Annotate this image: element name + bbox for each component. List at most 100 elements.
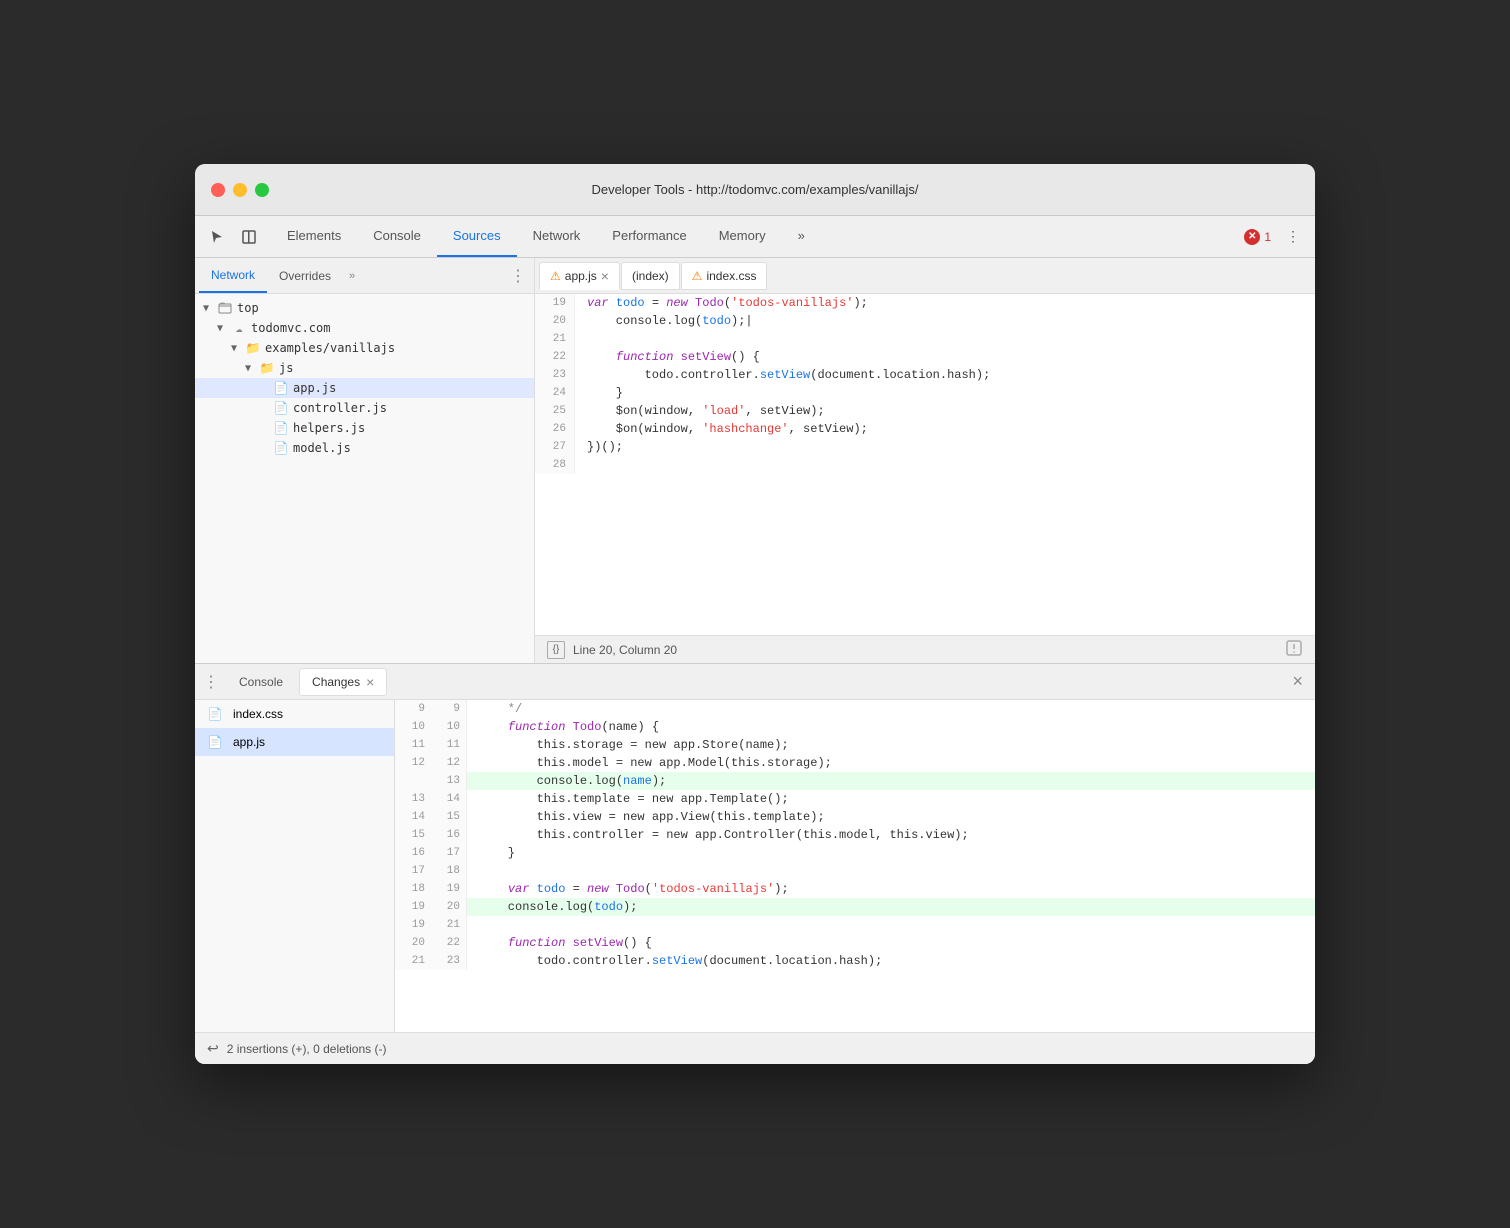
tab-memory[interactable]: Memory bbox=[703, 216, 782, 257]
diff-line-21-23: 2123 todo.controller.setView(document.lo… bbox=[395, 952, 1315, 970]
diff-line-9: 99 */ bbox=[395, 700, 1315, 718]
error-badge[interactable]: ✕ 1 bbox=[1244, 229, 1271, 245]
code-line-21: 21 bbox=[535, 330, 1315, 348]
sidebar-tab-network[interactable]: Network bbox=[199, 258, 267, 293]
diff-line-12: 1212 this.model = new app.Model(this.sto… bbox=[395, 754, 1315, 772]
changes-file-indexcss[interactable]: 📄 index.css bbox=[195, 700, 394, 728]
tree-label-appjs: app.js bbox=[293, 381, 336, 395]
file-area: ⚠ app.js × (index) ⚠ index.css bbox=[535, 258, 1315, 663]
tree-label-todomvc: todomvc.com bbox=[251, 321, 330, 335]
changes-file-appjs[interactable]: 📄 app.js bbox=[195, 728, 394, 756]
diff-line-16-17: 1617 } bbox=[395, 844, 1315, 862]
file-tab-label-index: (index) bbox=[632, 269, 669, 283]
code-line-26: 26 $on(window, 'hashchange', setView); bbox=[535, 420, 1315, 438]
tree-label-helpersjs: helpers.js bbox=[293, 421, 365, 435]
code-line-22: 22 function setView() { bbox=[535, 348, 1315, 366]
dock-icon[interactable] bbox=[235, 223, 263, 251]
tree-item-modeljs[interactable]: 📄 model.js bbox=[195, 438, 534, 458]
close-icon-appjs[interactable]: × bbox=[601, 268, 609, 284]
status-right bbox=[1285, 639, 1303, 660]
changes-file-list: 📄 index.css 📄 app.js bbox=[195, 700, 395, 1032]
tree-label-controllerjs: controller.js bbox=[293, 401, 387, 415]
changes-filename-indexcss: index.css bbox=[233, 707, 283, 721]
tab-sources[interactable]: Sources bbox=[437, 216, 517, 257]
toolbar-icons bbox=[203, 223, 263, 251]
tree-arrow: ▼ bbox=[231, 343, 245, 354]
cursor-position: Line 20, Column 20 bbox=[573, 643, 677, 657]
sidebar-tabs: Network Overrides » ⋮ bbox=[195, 258, 534, 294]
code-line-19: 19 var todo = new Todo('todos-vanillajs'… bbox=[535, 294, 1315, 312]
nav-tabs: Elements Console Sources Network Perform… bbox=[271, 216, 821, 257]
tree-item-appjs[interactable]: 📄 app.js bbox=[195, 378, 534, 398]
top-panel: Network Overrides » ⋮ ▼ top bbox=[195, 258, 1315, 664]
tree-item-helpersjs[interactable]: 📄 helpers.js bbox=[195, 418, 534, 438]
warning-icon-appjs: ⚠ bbox=[550, 269, 561, 283]
close-bottom-panel[interactable]: × bbox=[1284, 671, 1311, 692]
diff-line-18-19: 1819 var todo = new Todo('todos-vanillaj… bbox=[395, 880, 1315, 898]
bottom-menu-icon[interactable]: ⋮ bbox=[199, 672, 223, 692]
code-line-23: 23 todo.controller.setView(document.loca… bbox=[535, 366, 1315, 384]
cloud-icon: ☁ bbox=[231, 320, 247, 336]
file-icon-controllerjs: 📄 bbox=[273, 400, 289, 416]
bottom-tab-console[interactable]: Console bbox=[227, 668, 295, 696]
tab-elements[interactable]: Elements bbox=[271, 216, 357, 257]
tree-item-top[interactable]: ▼ top bbox=[195, 298, 534, 318]
code-line-24: 24 } bbox=[535, 384, 1315, 402]
file-tree: ▼ top ▼ ☁ todomvc.com ▼ bbox=[195, 294, 534, 663]
tree-label-modeljs: model.js bbox=[293, 441, 351, 455]
sources-sidebar: Network Overrides » ⋮ ▼ top bbox=[195, 258, 535, 663]
minimize-button[interactable] bbox=[233, 183, 247, 197]
tree-arrow: ▼ bbox=[245, 363, 259, 374]
cursor-icon[interactable] bbox=[203, 223, 231, 251]
close-icon-changes[interactable]: × bbox=[366, 674, 374, 690]
format-icon[interactable]: {} bbox=[547, 641, 565, 659]
close-button[interactable] bbox=[211, 183, 225, 197]
tab-more[interactable]: » bbox=[782, 216, 821, 257]
file-icon-modeljs: 📄 bbox=[273, 440, 289, 456]
tab-console[interactable]: Console bbox=[357, 216, 437, 257]
title-bar: Developer Tools - http://todomvc.com/exa… bbox=[195, 164, 1315, 216]
tab-network[interactable]: Network bbox=[517, 216, 597, 257]
tree-item-js[interactable]: ▼ 📁 js bbox=[195, 358, 534, 378]
toolbar-right: ✕ 1 ⋮ bbox=[1244, 223, 1307, 251]
changes-filename-appjs: app.js bbox=[233, 735, 265, 749]
content-area: Network Overrides » ⋮ ▼ top bbox=[195, 258, 1315, 1064]
error-icon: ✕ bbox=[1244, 229, 1260, 245]
code-editor[interactable]: 19 var todo = new Todo('todos-vanillajs'… bbox=[535, 294, 1315, 635]
bottom-toolbar: ⋮ Console Changes × × bbox=[195, 664, 1315, 700]
sidebar-tab-more[interactable]: » bbox=[343, 270, 361, 282]
changes-summary: 2 insertions (+), 0 deletions (-) bbox=[227, 1042, 387, 1056]
menu-icon[interactable]: ⋮ bbox=[1279, 223, 1307, 251]
warning-icon-indexcss: ⚠ bbox=[692, 269, 703, 283]
issue-icon bbox=[1285, 639, 1303, 657]
tree-item-examples[interactable]: ▼ 📁 examples/vanillajs bbox=[195, 338, 534, 358]
sidebar-tab-overrides[interactable]: Overrides bbox=[267, 258, 343, 293]
code-line-20: 20 console.log(todo);| bbox=[535, 312, 1315, 330]
diff-line-13-14: 1314 this.template = new app.Template(); bbox=[395, 790, 1315, 808]
file-tabs: ⚠ app.js × (index) ⚠ index.css bbox=[535, 258, 1315, 294]
file-icon-js: 📄 bbox=[207, 734, 223, 750]
undo-icon[interactable]: ↩ bbox=[207, 1040, 219, 1057]
diff-line-19-21: 1921 bbox=[395, 916, 1315, 934]
diff-line-15-16: 1516 this.controller = new app.Controlle… bbox=[395, 826, 1315, 844]
maximize-button[interactable] bbox=[255, 183, 269, 197]
devtools-window: Developer Tools - http://todomvc.com/exa… bbox=[195, 164, 1315, 1064]
tab-performance[interactable]: Performance bbox=[596, 216, 702, 257]
file-tab-label-indexcss: index.css bbox=[706, 269, 756, 283]
diff-line-20-22: 2022 function setView() { bbox=[395, 934, 1315, 952]
tree-item-todomvc[interactable]: ▼ ☁ todomvc.com bbox=[195, 318, 534, 338]
diff-line-17-18: 1718 bbox=[395, 862, 1315, 880]
tree-arrow: ▼ bbox=[203, 303, 217, 314]
file-tab-indexcss[interactable]: ⚠ index.css bbox=[681, 262, 768, 290]
diff-line-added-13: 13 console.log(name); bbox=[395, 772, 1315, 790]
changes-area: 📄 index.css 📄 app.js 99 */ bbox=[195, 700, 1315, 1032]
bottom-tab-changes[interactable]: Changes × bbox=[299, 668, 387, 696]
file-tab-index[interactable]: (index) bbox=[621, 262, 680, 290]
diff-line-10: 1010 function Todo(name) { bbox=[395, 718, 1315, 736]
code-line-27: 27 })(); bbox=[535, 438, 1315, 456]
changes-diff[interactable]: 99 */ 1010 function Todo(name) { 1111 th… bbox=[395, 700, 1315, 1032]
file-tab-appjs[interactable]: ⚠ app.js × bbox=[539, 262, 620, 290]
tree-item-controllerjs[interactable]: 📄 controller.js bbox=[195, 398, 534, 418]
sidebar-menu-icon[interactable]: ⋮ bbox=[506, 266, 530, 286]
main-toolbar: Elements Console Sources Network Perform… bbox=[195, 216, 1315, 258]
